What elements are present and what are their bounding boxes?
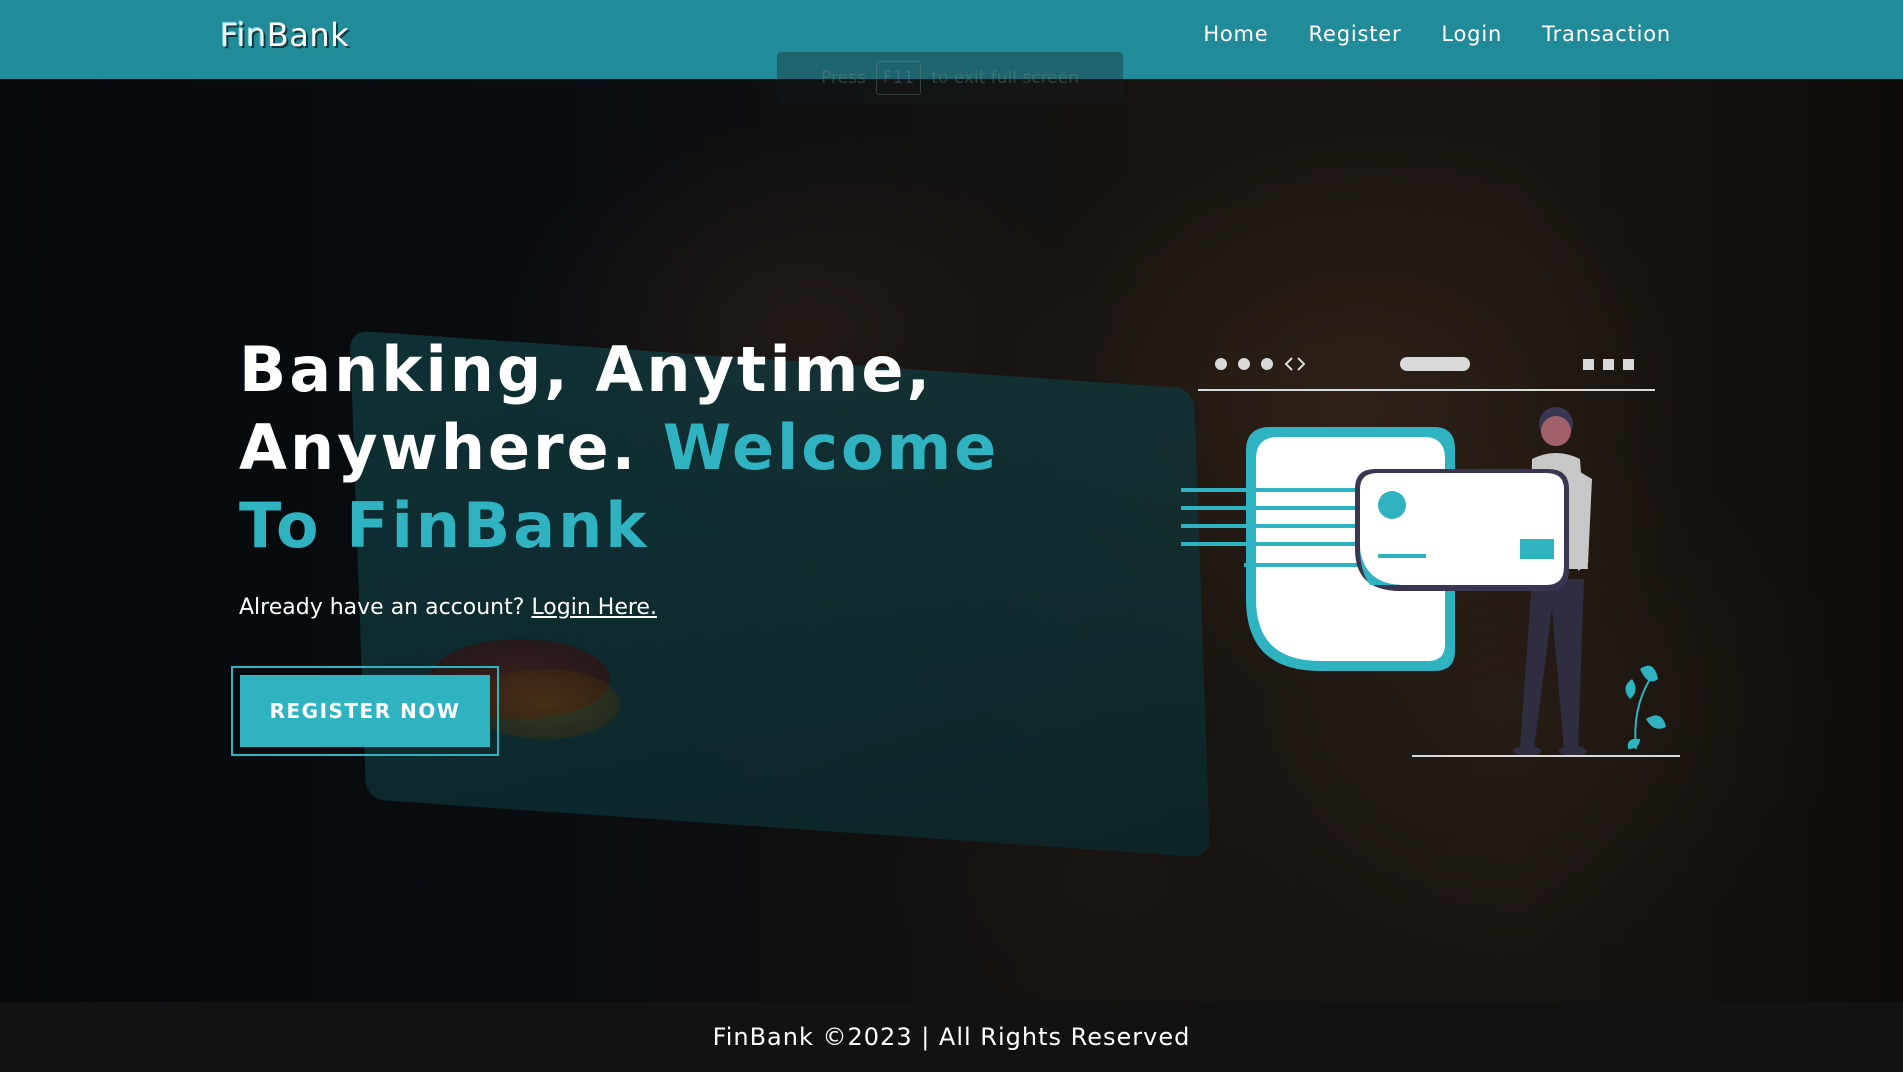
login-prompt: Already have an account? Login Here. — [239, 595, 657, 620]
login-here-link[interactable]: Login Here. — [531, 595, 657, 620]
hero-section: Banking, Anytime, Anywhere. Welcome To F… — [0, 79, 1903, 1002]
fullscreen-hint: Press F11 to exit full screen — [777, 52, 1123, 104]
brand-logo-bank: Bank — [266, 16, 350, 54]
register-now-button[interactable]: REGISTER NOW — [240, 675, 490, 747]
nav-transaction-link[interactable]: Transaction — [1542, 22, 1671, 46]
register-button-frame: REGISTER NOW — [231, 666, 499, 756]
fullscreen-hint-prefix: Press — [821, 68, 866, 88]
brand-logo-fin: Fin — [220, 16, 267, 54]
nav-register-link[interactable]: Register — [1309, 22, 1402, 46]
fullscreen-hint-key: F11 — [875, 61, 922, 95]
hero-headline: Banking, Anytime, Anywhere. Welcome To F… — [239, 331, 1059, 565]
nav-menu: Home Register Login Transaction — [1203, 22, 1671, 46]
login-prompt-text: Already have an account? — [239, 595, 525, 620]
nav-login-link[interactable]: Login — [1441, 22, 1502, 46]
banking-card-illustration-icon — [1181, 357, 1680, 757]
footer: FinBank ©2023 | All Rights Reserved — [0, 1002, 1903, 1072]
nav-home-link[interactable]: Home — [1203, 22, 1268, 46]
footer-copyright: FinBank ©2023 | All Rights Reserved — [712, 1023, 1191, 1051]
brand-logo[interactable]: FinBank — [220, 16, 349, 54]
fullscreen-hint-suffix: to exit full screen — [931, 68, 1079, 88]
